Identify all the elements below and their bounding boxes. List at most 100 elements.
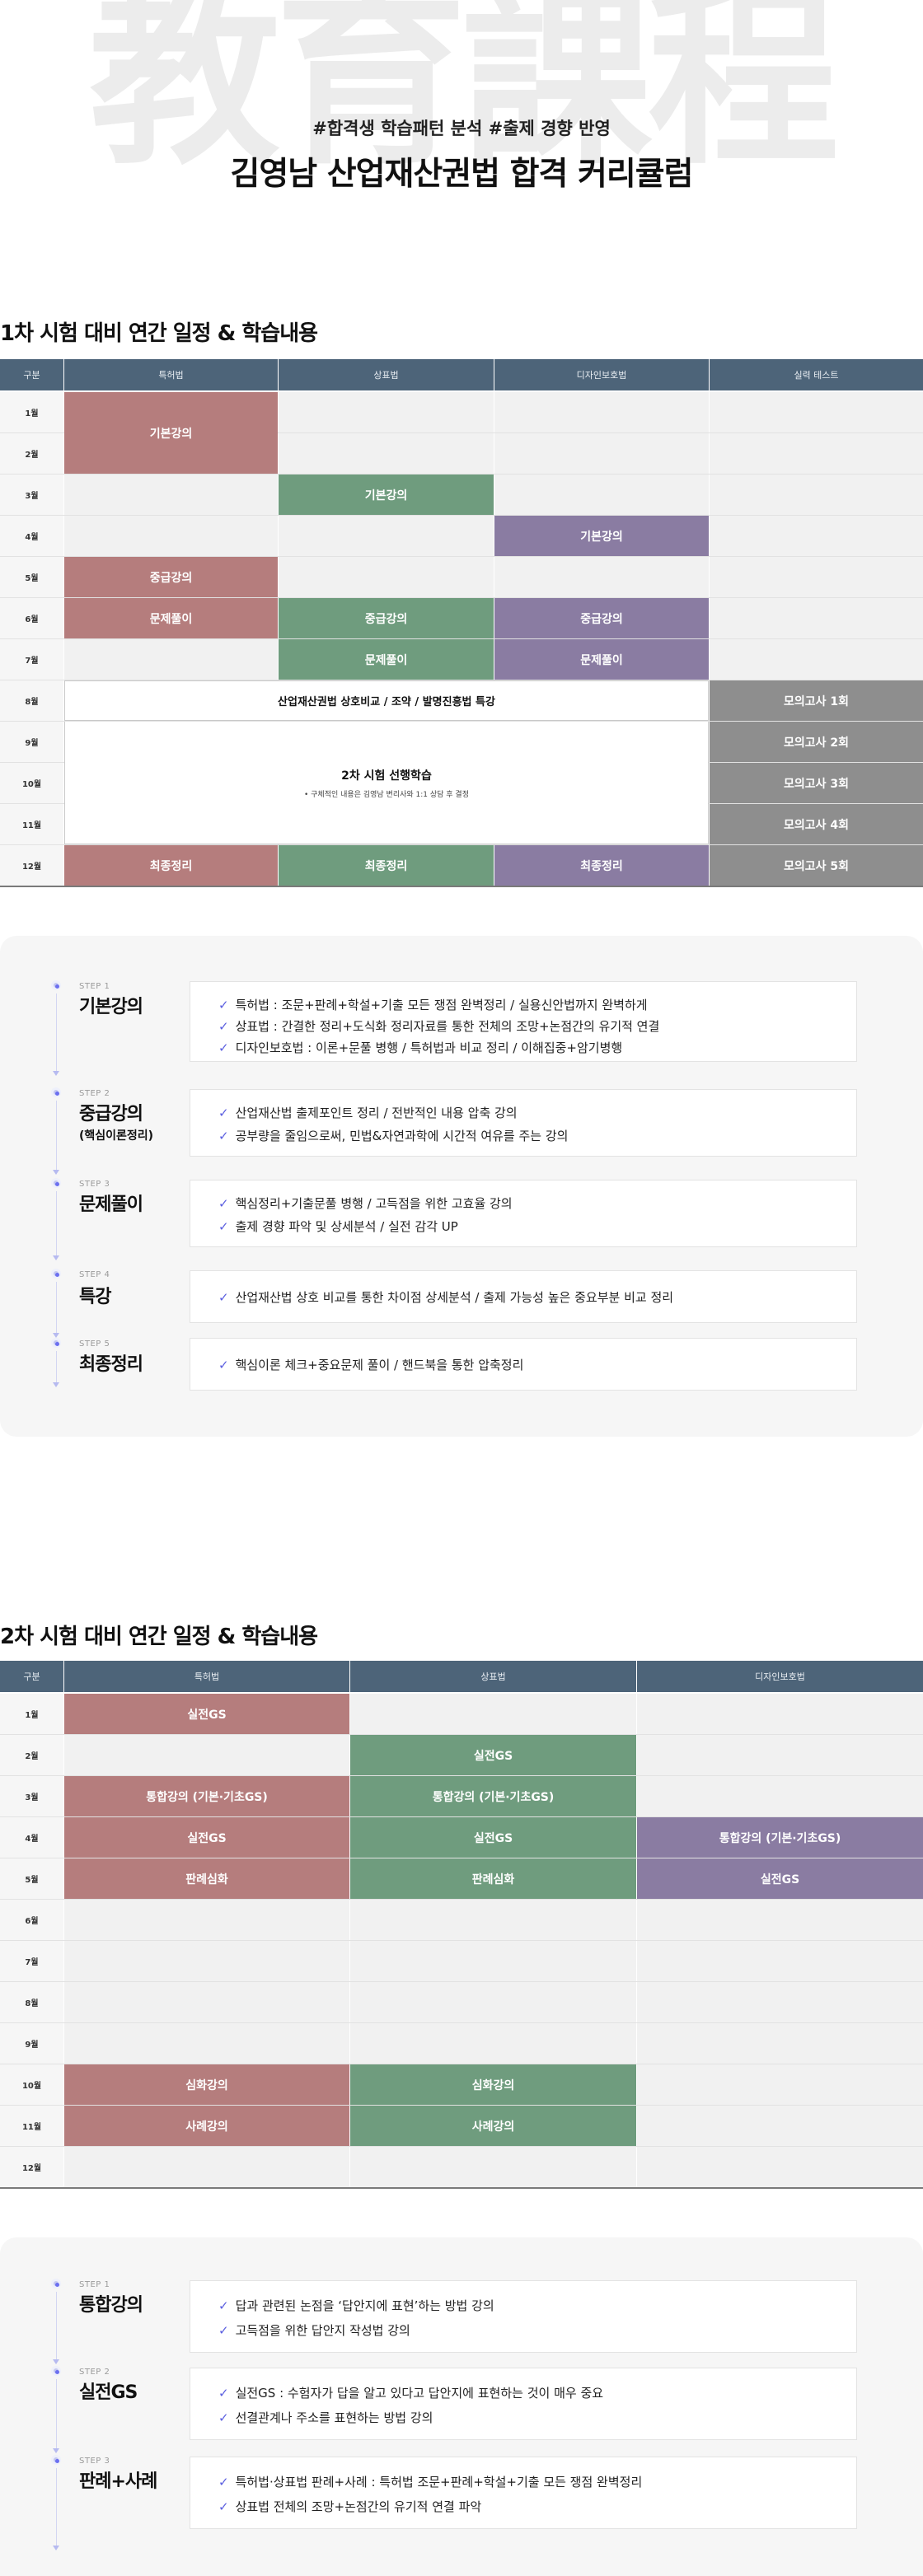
step-connector xyxy=(56,993,57,1073)
check-icon: ✓ xyxy=(218,1290,229,1305)
exam1-title: 1차 시험 대비 연간 일정 & 학습내용 xyxy=(0,321,318,346)
step-bullet-text: 출제 경향 파악 및 상세분석 / 실전 감각 UP xyxy=(235,1219,458,1234)
step-bullet-text: 특허법·상표법 판례+사례 : 특허법 조문+판례+학설+기출 모든 쟁점 완벽… xyxy=(235,2475,643,2490)
step-number: STEP 1 xyxy=(79,982,110,991)
step-bullet: ✓ 실전GS : 수험자가 답을 알고 있다고 답안지에 표현하는 것이 매우 중… xyxy=(218,2384,603,2401)
exam1-patent-final-block: 최종정리 xyxy=(64,845,278,886)
exam1-header-design: 디자인보호법 xyxy=(494,359,709,390)
step-connector xyxy=(56,2468,57,2547)
exam1-month-label: 9월 xyxy=(0,722,63,762)
exam2-patent-example-block: 사례강의 xyxy=(64,2106,349,2146)
exam2-month-label: 9월 xyxy=(0,2023,63,2064)
step-bullet: ✓ 상표법 전체의 조망+논점간의 유기적 연결 파악 xyxy=(218,2498,481,2515)
step-number: STEP 2 xyxy=(79,2368,110,2377)
step-marker-icon xyxy=(51,1338,61,1348)
step-name: 문제풀이 xyxy=(79,1194,143,1215)
exam1-month-label: 8월 xyxy=(0,680,63,721)
exam2-month-label: 4월 xyxy=(0,1817,63,1858)
check-icon: ✓ xyxy=(218,2410,229,2425)
step-description-box: ✓ 특허법 : 조문+판례+학설+기출 모든 쟁점 완벽정리 / 실용신안법까지 … xyxy=(190,981,857,1062)
page: 教育課程 #합격생 학습패턴 분석 #출제 경향 반영 김영남 산업재산권법 합… xyxy=(0,0,923,2576)
exam1-mock-test-block: 모의고사 5회 xyxy=(710,845,923,886)
step-description-box: ✓ 핵심이론 체크+중요문제 풀이 / 핸드북을 통한 압축정리 xyxy=(190,1338,857,1391)
exam1-month-label: 4월 xyxy=(0,516,63,556)
exam2-month-label: 10월 xyxy=(0,2064,63,2105)
step-bullet-text: 실전GS : 수험자가 답을 알고 있다고 답안지에 표현하는 것이 매우 중요 xyxy=(235,2386,604,2401)
step-bullet-text: 핵심이론 체크+중요문제 풀이 / 핸드북을 통한 압축정리 xyxy=(235,1358,524,1372)
exam1-patent-practice-block: 문제풀이 xyxy=(64,598,278,638)
row-divider xyxy=(0,2146,923,2147)
exam2-patent-gs-block: 실전GS xyxy=(64,1694,349,1734)
arrow-down-icon xyxy=(53,1071,59,1076)
step-number: STEP 4 xyxy=(79,1270,110,1279)
arrow-down-icon xyxy=(53,2448,59,2453)
exam2-header-design: 디자인보호법 xyxy=(637,1661,923,1692)
step-marker-icon xyxy=(51,1087,61,1097)
step-bullet: ✓ 출제 경향 파악 및 상세분석 / 실전 감각 UP xyxy=(218,1218,458,1235)
exam1-design-final-block: 최종정리 xyxy=(494,845,709,886)
row-divider xyxy=(0,1899,923,1900)
hero: 教育課程 #합격생 학습패턴 분석 #출제 경향 반영 김영남 산업재산권법 합… xyxy=(0,0,923,247)
hero-title: 김영남 산업재산권법 합격 커리큘럼 xyxy=(230,156,694,193)
step-bullet-text: 상표법 : 간결한 정리+도식화 정리자료를 통한 전체의 조망+논점간의 유기… xyxy=(235,1019,660,1034)
exam2-month-label: 7월 xyxy=(0,1941,63,1981)
exam1-mock-test-block: 모의고사 2회 xyxy=(710,722,923,762)
step-name: 중급강의 xyxy=(79,1104,143,1124)
exam2-month-label: 6월 xyxy=(0,1900,63,1940)
step-marker-icon xyxy=(51,1178,61,1188)
step-marker-icon xyxy=(51,980,61,990)
check-icon: ✓ xyxy=(218,2298,229,2313)
arrow-down-icon xyxy=(53,1382,59,1387)
step-bullet-text: 산업재산법 출제포인트 정리 / 전반적인 내용 압축 강의 xyxy=(235,1106,518,1120)
exam2-design-integrated-block: 통합강의 (기본·기초GS) xyxy=(637,1817,923,1858)
exam1-month-label: 3월 xyxy=(0,475,63,515)
exam1-trademark-final-block: 최종정리 xyxy=(279,845,494,886)
step-name: 판례+사례 xyxy=(79,2471,157,2492)
step-connector xyxy=(56,1351,57,1384)
exam1-header-label: 구분 xyxy=(0,359,63,390)
step-name: 최종정리 xyxy=(79,1354,143,1375)
step-description-box: ✓ 실전GS : 수험자가 답을 알고 있다고 답안지에 표현하는 것이 매우 중… xyxy=(190,2368,857,2440)
step-bullet-text: 선결관계나 주소를 표현하는 방법 강의 xyxy=(235,2410,433,2425)
exam2-header-patent: 특허법 xyxy=(64,1661,349,1692)
step-description-box: ✓ 특허법·상표법 판례+사례 : 특허법 조문+판례+학설+기출 모든 쟁점 완… xyxy=(190,2457,857,2529)
step-name: 특강 xyxy=(79,1287,111,1307)
step-number: STEP 5 xyxy=(79,1339,110,1349)
exam1-mock-test-block: 모의고사 1회 xyxy=(710,680,923,721)
exam1-month-label: 10월 xyxy=(0,763,63,803)
exam2-month-label: 12월 xyxy=(0,2147,63,2187)
exam1-trademark-basic-block: 기본강의 xyxy=(279,475,494,515)
exam2-patent-integrated-block: 통합강의 (기본·기초GS) xyxy=(64,1776,349,1816)
exam1-design-basic-block: 기본강의 xyxy=(494,516,709,556)
check-icon: ✓ xyxy=(218,1040,229,1055)
step-bullet: ✓ 특허법 : 조문+판례+학설+기출 모든 쟁점 완벽정리 / 실용신안법까지 … xyxy=(218,996,648,1013)
exam1-table-bottom-rule xyxy=(0,886,923,887)
step-bullet: ✓ 핵심정리+기출문풀 병행 / 고득점을 위한 고효율 강의 xyxy=(218,1194,513,1212)
step-bullet-text: 산업재산법 상호 비교를 통한 차이점 상세분석 / 출제 가능성 높은 중요부… xyxy=(235,1290,674,1305)
exam1-design-mid-block: 중급강의 xyxy=(494,598,709,638)
step-bullet-text: 상표법 전체의 조망+논점간의 유기적 연결 파악 xyxy=(235,2499,482,2514)
hero-tags: #합격생 학습패턴 분석 #출제 경향 반영 xyxy=(312,119,611,138)
step-number: STEP 3 xyxy=(79,2457,110,2466)
exam2-trademark-gs-block: 실전GS xyxy=(350,1735,636,1775)
step-bullet: ✓ 특허법·상표법 판례+사례 : 특허법 조문+판례+학설+기출 모든 쟁점 완… xyxy=(218,2473,642,2490)
step-bullet: ✓ 산업재산법 상호 비교를 통한 차이점 상세분석 / 출제 가능성 높은 중요… xyxy=(218,1288,673,1306)
exam2-month-label: 3월 xyxy=(0,1776,63,1816)
step-name: 기본강의 xyxy=(79,997,143,1017)
exam2-header-label: 구분 xyxy=(0,1661,63,1692)
check-icon: ✓ xyxy=(218,1106,229,1120)
exam1-second-prep-title: 2차 시험 선행학습 xyxy=(341,769,432,783)
exam1-design-practice-block: 문제풀이 xyxy=(494,639,709,680)
check-icon: ✓ xyxy=(218,1196,229,1211)
step-bullet-text: 공부량을 줄임으로써, 민법&자연과학에 시간적 여유를 주는 강의 xyxy=(235,1129,569,1143)
exam2-header-trademark: 상표법 xyxy=(350,1661,636,1692)
step-number: STEP 2 xyxy=(79,1089,110,1098)
check-icon: ✓ xyxy=(218,2386,229,2401)
step-connector xyxy=(56,2292,57,2361)
check-icon: ✓ xyxy=(218,1019,229,1034)
exam1-header-patent: 특허법 xyxy=(64,359,278,390)
step-marker-icon xyxy=(51,2366,61,2376)
exam2-month-label: 11월 xyxy=(0,2106,63,2146)
exam2-trademark-integrated-block: 통합강의 (기본·기초GS) xyxy=(350,1776,636,1816)
step-bullet: ✓ 산업재산법 출제포인트 정리 / 전반적인 내용 압축 강의 xyxy=(218,1104,518,1121)
